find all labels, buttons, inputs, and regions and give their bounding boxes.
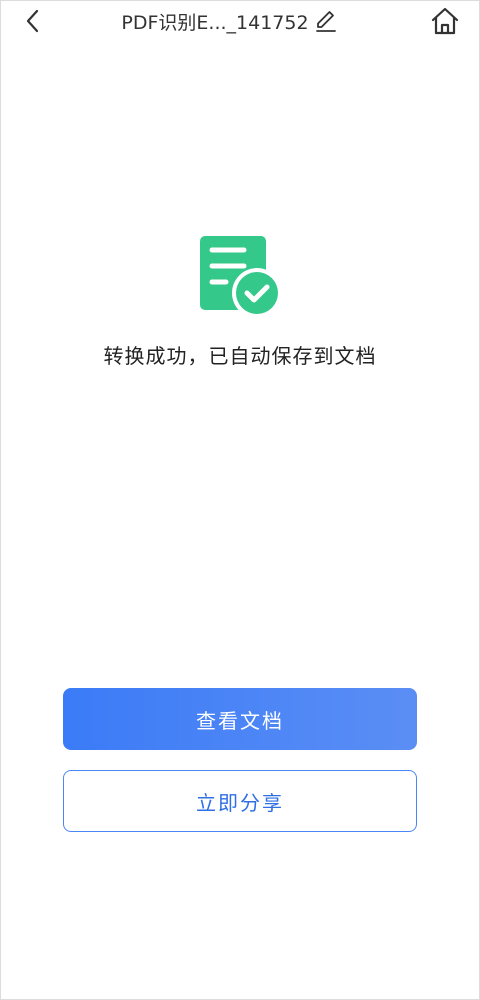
document-check-icon bbox=[196, 232, 286, 322]
screen-frame bbox=[0, 0, 480, 1000]
share-now-button[interactable]: 立即分享 bbox=[63, 770, 417, 832]
edit-title-button[interactable] bbox=[313, 8, 339, 34]
title-area: PDF识别E..._141752 bbox=[100, 6, 360, 36]
back-chevron-icon bbox=[26, 9, 39, 33]
home-icon bbox=[431, 7, 459, 35]
edit-pencil-icon bbox=[315, 11, 336, 32]
top-bar: PDF识别E..._141752 bbox=[0, 0, 480, 44]
success-message: 转换成功，已自动保存到文档 bbox=[103, 344, 377, 368]
document-title: PDF识别E..._141752 bbox=[121, 11, 309, 34]
back-button[interactable] bbox=[16, 4, 50, 38]
home-button[interactable] bbox=[428, 4, 462, 38]
view-document-button[interactable]: 查看文档 bbox=[63, 688, 417, 750]
